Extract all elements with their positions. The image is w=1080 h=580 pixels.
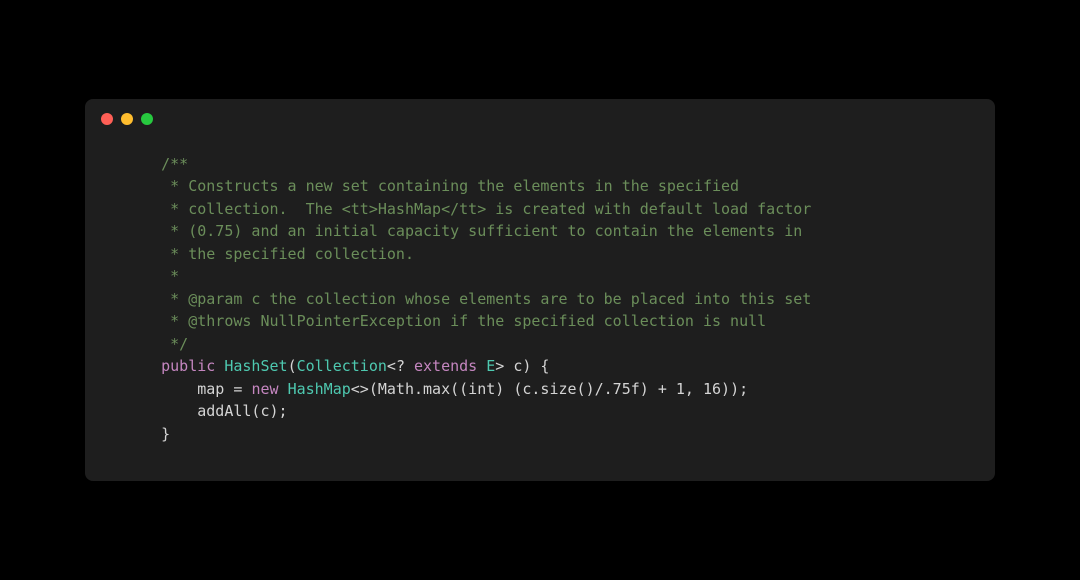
type-collection: Collection xyxy=(297,357,387,375)
type-hashset: HashSet xyxy=(224,357,287,375)
comment-line: * @throws NullPointerException if the sp… xyxy=(125,312,766,330)
comment-line: * collection. The <tt>HashMap</tt> is cr… xyxy=(125,200,811,218)
code-line: public HashSet(Collection<? extends E> c… xyxy=(125,357,549,375)
maximize-icon[interactable] xyxy=(141,113,153,125)
minimize-icon[interactable] xyxy=(121,113,133,125)
comment-line: * (0.75) and an initial capacity suffici… xyxy=(125,222,802,240)
comment-line: * the specified collection. xyxy=(125,245,414,263)
keyword-extends: extends xyxy=(414,357,477,375)
comment-line: /** xyxy=(125,155,188,173)
comment-line: * xyxy=(125,267,179,285)
code-line: addAll(c); xyxy=(125,402,288,420)
code-block: /** * Constructs a new set containing th… xyxy=(85,139,995,482)
code-line: } xyxy=(125,425,170,443)
keyword-new: new xyxy=(251,380,278,398)
keyword-public: public xyxy=(161,357,215,375)
type-e: E xyxy=(486,357,495,375)
titlebar xyxy=(85,99,995,139)
comment-line: * Constructs a new set containing the el… xyxy=(125,177,739,195)
close-icon[interactable] xyxy=(101,113,113,125)
code-line: map = new HashMap<>(Math.max((int) (c.si… xyxy=(125,380,748,398)
comment-line: */ xyxy=(125,335,188,353)
code-window: /** * Constructs a new set containing th… xyxy=(85,99,995,482)
comment-line: * @param c the collection whose elements… xyxy=(125,290,811,308)
type-hashmap: HashMap xyxy=(288,380,351,398)
